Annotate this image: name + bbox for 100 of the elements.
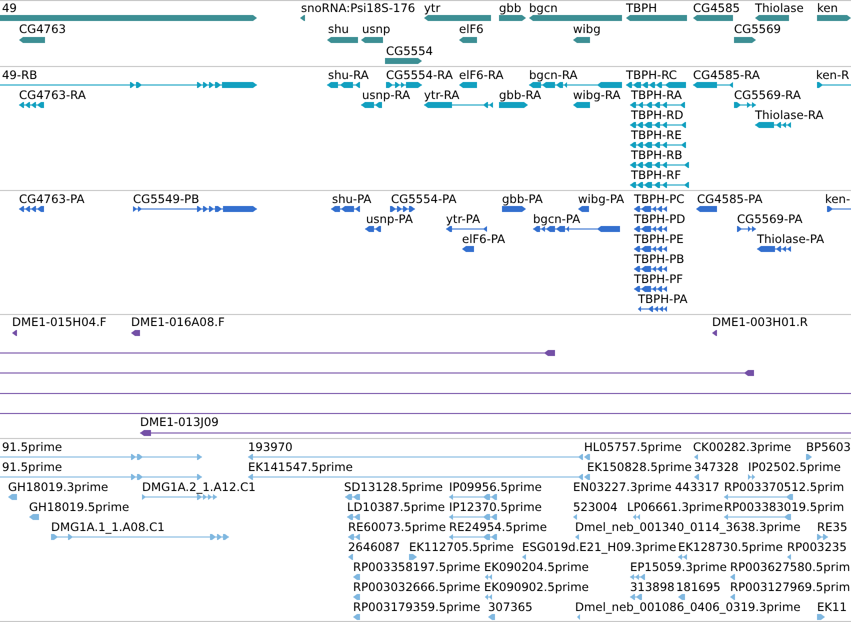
feature-glyph[interactable]: [734, 36, 756, 42]
feature-glyph[interactable]: [0, 82, 257, 88]
feature-label: elF6-RA: [459, 68, 504, 82]
feature-label: RP003383019.5prim: [724, 500, 844, 514]
feature-glyph[interactable]: [737, 226, 756, 232]
feature-glyph[interactable]: [634, 206, 667, 212]
feature-label: gbb: [499, 2, 522, 14]
feature-glyph[interactable]: [696, 206, 717, 212]
feature-glyph[interactable]: [634, 266, 667, 272]
feature-label: shu-RA: [328, 68, 369, 82]
feature-glyph[interactable]: [0, 392, 851, 394]
feature-label: EK112705.5prime: [409, 540, 514, 554]
feature-glyph[interactable]: [327, 36, 358, 42]
feature-label: CG4585-PA: [697, 192, 762, 206]
feature-label: ESG019d.E21_H09.3prime: [522, 540, 676, 554]
feature-glyph[interactable]: [757, 246, 791, 252]
feature-glyph[interactable]: [361, 102, 382, 108]
feature-label: TBPH-PC: [634, 192, 684, 206]
feature-glyph[interactable]: [131, 330, 140, 336]
feature-glyph[interactable]: [390, 206, 415, 212]
feature-glyph[interactable]: [12, 330, 17, 336]
feature-glyph[interactable]: [630, 122, 686, 128]
feature-glyph[interactable]: [573, 102, 590, 108]
feature-label: IP12370.5prime: [449, 500, 542, 514]
feature-glyph[interactable]: [573, 36, 590, 42]
feature-glyph[interactable]: [634, 226, 667, 232]
feature-glyph[interactable]: [626, 15, 687, 21]
feature-label: RP003370512.5prim: [724, 480, 844, 494]
feature-glyph[interactable]: [459, 36, 477, 42]
feature-glyph[interactable]: [327, 82, 360, 88]
feature-label: CG4763-PA: [19, 192, 84, 206]
feature-label: usnp: [362, 23, 390, 36]
feature-label: TBPH-RD: [631, 108, 684, 122]
feature-glyph[interactable]: [0, 350, 555, 356]
feature-label: TBPH-RF: [631, 168, 682, 182]
feature-glyph[interactable]: [300, 15, 305, 21]
feature-glyph[interactable]: [734, 102, 756, 108]
feature-glyph[interactable]: [630, 162, 689, 168]
feature-glyph[interactable]: [140, 430, 851, 436]
feature-glyph[interactable]: [755, 15, 789, 21]
feature-glyph[interactable]: [578, 206, 589, 212]
feature-glyph[interactable]: [424, 102, 493, 108]
feature-glyph[interactable]: [630, 182, 689, 188]
feature-glyph[interactable]: [502, 206, 526, 212]
feature-glyph[interactable]: [630, 102, 685, 108]
feature-glyph[interactable]: [361, 36, 383, 42]
feature-glyph[interactable]: [693, 82, 733, 88]
feature-label: snoRNA:Psi18S-176: [301, 2, 416, 14]
feature-glyph[interactable]: [693, 15, 733, 21]
feature-label: CG5549-PB: [133, 192, 200, 206]
feature-label: Thiolase-PA: [757, 232, 824, 246]
feature-label: CG5554-PA: [391, 192, 456, 206]
feature-label: RE35: [817, 520, 848, 534]
feature-glyph[interactable]: [459, 82, 477, 88]
feature-glyph[interactable]: [755, 122, 791, 128]
feature-glyph[interactable]: [499, 102, 528, 108]
feature-glyph[interactable]: [462, 246, 474, 252]
feature-glyph[interactable]: [529, 82, 622, 88]
feature-glyph[interactable]: [19, 102, 44, 108]
feature-label: CG4585-RA: [693, 68, 760, 82]
feature-glyph[interactable]: [19, 36, 45, 42]
feature-glyph[interactable]: [817, 15, 851, 21]
feature-label: bgcn-RA: [529, 68, 578, 82]
feature-label: DME1-003H01.R: [712, 316, 808, 328]
feature-label: usnp-PA: [366, 212, 413, 226]
feature-label: elF6: [459, 23, 484, 36]
feature-glyph[interactable]: [0, 412, 851, 414]
feature-label: RP003235: [787, 540, 847, 554]
feature-glyph[interactable]: [638, 306, 667, 312]
feature-glyph[interactable]: [446, 226, 487, 232]
feature-label: EK150828.5prime: [587, 460, 692, 474]
feature-label: 91.5prime: [2, 440, 62, 454]
feature-glyph[interactable]: [365, 226, 381, 232]
feature-glyph[interactable]: [19, 206, 44, 212]
feature-glyph[interactable]: [0, 370, 754, 376]
feature-glyph[interactable]: [712, 330, 717, 336]
feature-glyph[interactable]: [331, 206, 360, 212]
feature-glyph[interactable]: [499, 15, 526, 21]
feature-glyph[interactable]: [133, 206, 257, 212]
feature-label: bgcn: [529, 2, 558, 14]
feature-glyph[interactable]: [626, 82, 686, 88]
feature-label: IP02502.5prime: [748, 460, 841, 474]
feature-glyph[interactable]: [630, 142, 686, 148]
feature-glyph[interactable]: [424, 15, 491, 21]
feature-label: ken-R: [816, 68, 850, 82]
feature-label: TBPH-PA: [638, 292, 688, 306]
feature-glyph[interactable]: [533, 226, 620, 232]
feature-label: 193970: [248, 440, 293, 454]
feature-glyph[interactable]: [817, 82, 851, 88]
feature-label: elF6-PA: [462, 232, 506, 246]
feature-glyph[interactable]: [634, 286, 667, 292]
feature-glyph[interactable]: [386, 82, 422, 88]
feature-label: 523004: [573, 500, 618, 514]
feature-label: Thiolase: [755, 2, 804, 14]
feature-label: HL05757.5prime: [584, 440, 682, 454]
feature-glyph[interactable]: [827, 206, 851, 212]
feature-label: CG5569: [734, 23, 781, 36]
feature-label: EP15059.3prime: [630, 560, 727, 574]
feature-glyph[interactable]: [634, 246, 667, 252]
feature-glyph[interactable]: [385, 58, 422, 64]
